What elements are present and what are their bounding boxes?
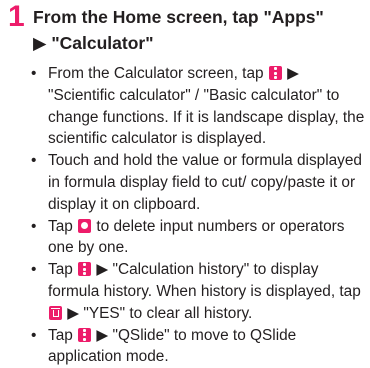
instruction-qslide: Tap ▶ "QSlide" to move to QSlide applica…: [29, 325, 367, 368]
step-title: From the Home screen, tap "Apps" ▶ "Calc…: [33, 4, 368, 56]
menu-icon: [78, 262, 92, 277]
instruction-text: Tap: [48, 217, 73, 235]
menu-icon: [268, 66, 282, 80]
delete-icon: [78, 218, 92, 233]
instruction-text: Touch and hold the value or formula disp…: [48, 152, 362, 213]
instruction-clipboard: Touch and hold the value or formula disp…: [29, 150, 367, 215]
manual-page: 1 From the Home screen, tap "Apps" ▶ "Ca…: [0, 0, 370, 365]
instruction-text: ▶ "Calculation history" to display formu…: [48, 261, 361, 300]
instruction-text: From the Calculator screen, tap: [48, 65, 264, 82]
menu-icon: [78, 327, 92, 342]
instruction-history: Tap ▶ "Calculation history" to display f…: [29, 259, 367, 324]
instruction-text: to delete input numbers or operators one…: [48, 217, 345, 257]
instruction-text: ▶ "YES" to clear all history.: [67, 304, 253, 322]
instruction-list: From the Calculator screen, tap ▶ "Scien…: [29, 63, 367, 368]
instruction-text: Tap: [48, 326, 73, 344]
instruction-text: Tap: [48, 261, 73, 279]
trash-icon: [49, 305, 62, 320]
step-title-line-1: From the Home screen, tap "Apps": [33, 7, 324, 27]
step-title-line-2: ▶ "Calculator": [33, 33, 154, 53]
instruction-switch-mode: From the Calculator screen, tap ▶ "Scien…: [29, 63, 367, 150]
instruction-delete: Tap to delete input numbers or operators…: [29, 216, 367, 260]
step-number: 1: [8, 0, 25, 33]
